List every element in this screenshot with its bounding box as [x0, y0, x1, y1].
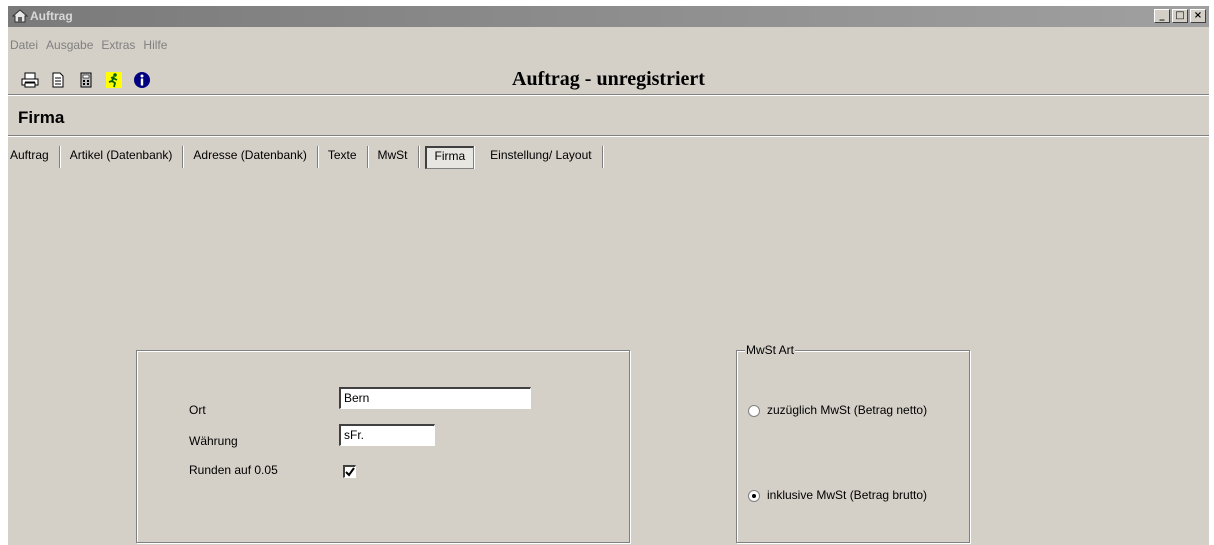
title-bar[interactable]: Auftrag _ □ ×: [8, 6, 1209, 27]
divider: [8, 94, 1209, 96]
checkmark-icon: [345, 467, 355, 477]
tab-artikel[interactable]: Artikel (Datenbank): [60, 146, 184, 168]
waehrung-input[interactable]: sFr.: [339, 424, 435, 446]
tab-auftrag[interactable]: Auftrag: [8, 146, 60, 168]
radio-netto-label[interactable]: zuzüglich MwSt (Betrag netto): [767, 403, 927, 417]
radio-brutto-label[interactable]: inklusive MwSt (Betrag brutto): [767, 488, 927, 502]
tab-firma[interactable]: Firma: [424, 146, 475, 169]
tab-mwst[interactable]: MwSt: [368, 146, 419, 168]
menu-bar: Datei Ausgabe Extras Hilfe: [10, 38, 175, 54]
house-icon: [12, 9, 28, 23]
app-heading: Auftrag - unregistriert: [512, 68, 705, 90]
section-title: Firma: [18, 108, 65, 127]
minimize-button[interactable]: _: [1154, 9, 1170, 23]
ort-label: Ort: [189, 403, 206, 417]
mwst-art-legend: MwSt Art: [745, 343, 796, 357]
window-title: Auftrag: [30, 9, 73, 23]
app-window: Auftrag _ □ × Datei Ausgabe Extras Hilfe: [8, 6, 1209, 545]
menu-extras[interactable]: Extras: [101, 38, 135, 54]
tab-texte[interactable]: Texte: [318, 146, 368, 168]
menu-datei[interactable]: Datei: [10, 38, 38, 54]
firma-settings-panel: Ort Bern Währung sFr. Runden auf 0.05: [136, 350, 630, 543]
tab-adresse[interactable]: Adresse (Datenbank): [183, 146, 318, 168]
waehrung-label: Währung: [189, 434, 238, 448]
mwst-art-group: MwSt Art zuzüglich MwSt (Betrag netto) i…: [736, 343, 970, 543]
radio-netto[interactable]: [748, 405, 760, 417]
menu-ausgabe[interactable]: Ausgabe: [46, 38, 93, 54]
runden-label: Runden auf 0.05: [189, 463, 278, 477]
tab-bar: Auftrag Artikel (Datenbank) Adresse (Dat…: [8, 146, 603, 169]
window-controls: _ □ ×: [1152, 9, 1206, 24]
ort-input[interactable]: Bern: [339, 387, 531, 409]
radio-brutto[interactable]: [748, 490, 760, 502]
close-button[interactable]: ×: [1190, 9, 1206, 23]
tab-einstellung-layout[interactable]: Einstellung/ Layout: [480, 146, 603, 168]
runden-checkbox[interactable]: [343, 465, 356, 478]
radio-selected-dot: [752, 494, 756, 498]
menu-hilfe[interactable]: Hilfe: [143, 38, 167, 54]
maximize-button[interactable]: □: [1172, 9, 1188, 23]
divider: [8, 135, 1209, 137]
